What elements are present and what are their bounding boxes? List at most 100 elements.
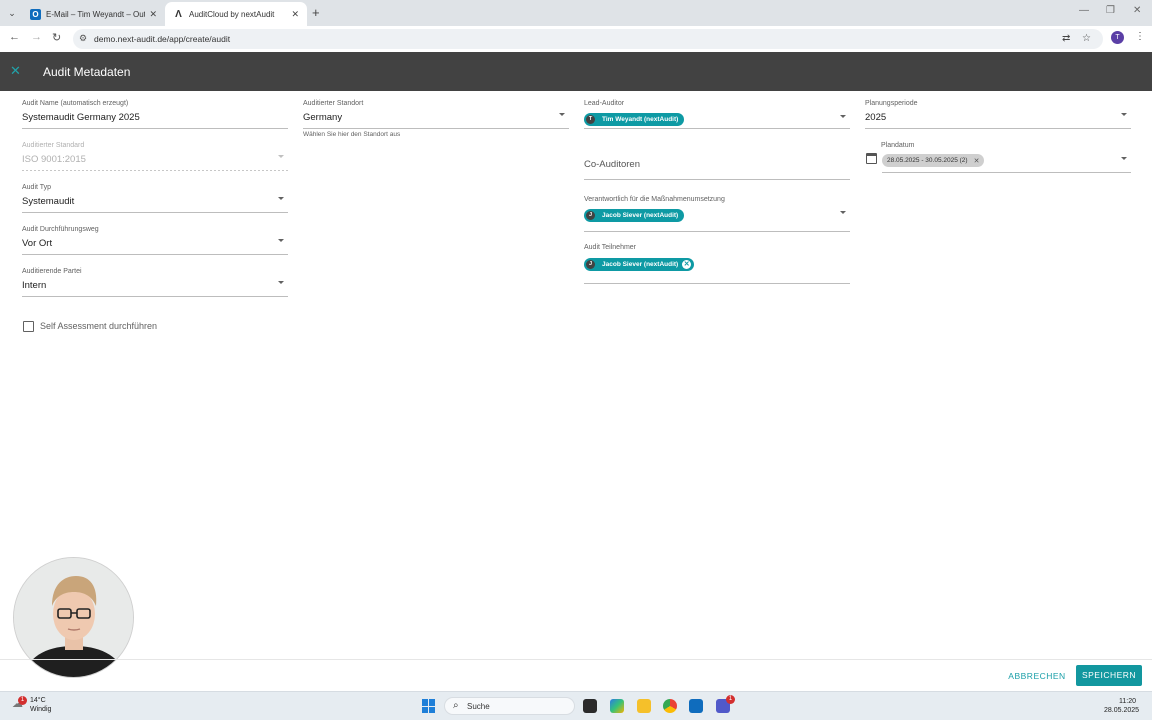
field-value: T Tim Weyandt (nextAudit) <box>584 112 850 126</box>
dropdown-arrow-icon[interactable] <box>840 115 846 118</box>
durchfuehrungsweg-select[interactable]: Audit Durchführungsweg Vor Ort <box>22 226 288 255</box>
standort-select[interactable]: Auditierter Standort Germany <box>303 100 569 129</box>
standard-select: Auditierter Standard ISO 9001:2015 <box>22 142 288 171</box>
self-assessment-checkbox[interactable] <box>23 321 34 332</box>
avatar: J <box>586 211 595 220</box>
taskbar-search[interactable]: ⌕ Suche <box>444 697 575 715</box>
plandatum-chip[interactable]: 28.05.2025 - 30.05.2025 (2) ✕ <box>882 154 985 167</box>
field-value: Germany <box>303 112 343 123</box>
reload-icon[interactable]: ↻ <box>52 31 61 44</box>
field-underline <box>22 128 288 129</box>
url-field[interactable]: ⚙ demo.next-audit.de/app/create/audit ⇄ … <box>73 29 1103 49</box>
field-underline <box>22 170 288 171</box>
dropdown-arrow-icon <box>278 155 284 158</box>
file-explorer-icon[interactable] <box>637 699 651 713</box>
dropdown-arrow-icon[interactable] <box>840 211 846 214</box>
teilnehmer-chip[interactable]: J Jacob Siever (nextAudit) ✕ <box>584 258 695 271</box>
dropdown-arrow-icon[interactable] <box>278 239 284 242</box>
field-underline <box>882 172 1131 173</box>
cancel-button[interactable]: ABBRECHEN <box>1004 667 1070 685</box>
window-close-icon[interactable]: ✕ <box>1133 5 1141 16</box>
task-view-icon[interactable] <box>583 699 597 713</box>
dropdown-arrow-icon[interactable] <box>559 113 565 116</box>
field-label: Auditierter Standort <box>303 100 364 107</box>
field-value: Systemaudit Germany 2025 <box>22 112 140 123</box>
url-text: demo.next-audit.de/app/create/audit <box>94 34 231 44</box>
presenter-video <box>14 558 133 677</box>
close-icon[interactable]: ✕ <box>10 63 21 79</box>
field-value: ISO 9001:2015 <box>22 154 86 165</box>
audit-typ-select[interactable]: Audit Typ Systemaudit <box>22 184 288 213</box>
back-icon[interactable]: ← <box>9 31 20 43</box>
field-underline <box>22 296 288 297</box>
forward-icon[interactable]: → <box>31 31 42 43</box>
field-label: Auditierende Partei <box>22 268 82 275</box>
teilnehmer-field[interactable]: Audit Teilnehmer J Jacob Siever (nextAud… <box>584 244 850 284</box>
tab-title: E-Mail – Tim Weyandt – Outlook <box>46 9 146 19</box>
field-value: Intern <box>22 280 47 291</box>
audit-name-field[interactable]: Audit Name (automatisch erzeugt) Systema… <box>22 100 288 129</box>
chip-label: 28.05.2025 - 30.05.2025 (2) <box>887 157 968 164</box>
verantwortlich-select[interactable]: Verantwortlich für die Maßnahmenumsetzun… <box>584 196 850 232</box>
save-button[interactable]: SPEICHERN <box>1076 665 1142 686</box>
tab-close-icon[interactable]: ✕ <box>149 9 157 20</box>
dropdown-arrow-icon[interactable] <box>1121 113 1127 116</box>
bookmark-star-icon[interactable]: ☆ <box>1082 33 1091 44</box>
copilot-icon[interactable] <box>610 699 624 713</box>
field-underline <box>584 231 850 232</box>
clock-date[interactable]: 28.05.2025 <box>1104 707 1139 714</box>
field-value: 28.05.2025 - 30.05.2025 (2) ✕ <box>882 154 1131 168</box>
profile-avatar[interactable]: T <box>1111 31 1124 44</box>
field-label: Plandatum <box>881 142 915 149</box>
field-value: J Jacob Siever (nextAudit) <box>584 208 850 222</box>
field-label: Auditierter Standard <box>22 142 85 149</box>
dropdown-arrow-icon[interactable] <box>278 197 284 200</box>
calendar-icon[interactable] <box>866 153 877 164</box>
tab-outlook[interactable]: O E-Mail – Tim Weyandt – Outlook ✕ <box>22 2 165 26</box>
address-bar: ← → ↻ ⚙ demo.next-audit.de/app/create/au… <box>0 26 1152 52</box>
chrome-icon[interactable] <box>663 699 677 713</box>
planungsperiode-select[interactable]: Planungsperiode 2025 <box>865 100 1131 129</box>
weather-badge: 1 <box>18 696 27 705</box>
partei-select[interactable]: Auditierende Partei Intern <box>22 268 288 297</box>
field-label: Audit Name (automatisch erzeugt) <box>22 100 129 107</box>
lead-auditor-select[interactable]: Lead-Auditor T Tim Weyandt (nextAudit) <box>584 100 850 129</box>
self-assessment-label[interactable]: Self Assessment durchführen <box>40 321 157 331</box>
search-icon: ⌕ <box>453 700 459 711</box>
windows-taskbar: ☁ 1 14°C Windig ⌕ Suche 1 11:20 28.05.20… <box>0 691 1152 720</box>
clock-time[interactable]: 11:20 <box>1119 698 1136 705</box>
minimize-icon[interactable]: — <box>1079 5 1089 16</box>
chip-label: Tim Weyandt (nextAudit) <box>602 116 679 123</box>
avatar: T <box>586 115 595 124</box>
dropdown-arrow-icon[interactable] <box>278 281 284 284</box>
avatar: J <box>586 260 595 269</box>
site-settings-icon[interactable]: ⚙ <box>79 33 87 44</box>
field-value: Vor Ort <box>22 238 53 249</box>
chip-remove-icon[interactable]: ✕ <box>974 157 980 165</box>
outlook-taskbar-icon[interactable] <box>689 699 703 713</box>
new-tab-icon[interactable]: + <box>312 5 320 20</box>
field-underline <box>584 128 850 129</box>
chip-label: Jacob Siever (nextAudit) <box>602 212 679 219</box>
lead-auditor-chip[interactable]: T Tim Weyandt (nextAudit) <box>584 113 685 126</box>
nextaudit-icon: Λ <box>175 8 182 20</box>
chip-remove-icon[interactable]: ✕ <box>682 260 692 269</box>
tab-close-icon[interactable]: ✕ <box>291 9 299 20</box>
co-auditoren-placeholder[interactable]: Co-Auditoren <box>584 159 640 170</box>
restore-icon[interactable]: ❐ <box>1106 5 1115 16</box>
verantwortlich-chip[interactable]: J Jacob Siever (nextAudit) <box>584 209 685 222</box>
field-underline <box>865 128 1131 129</box>
tab-title: AuditCloud by nextAudit <box>189 9 275 19</box>
search-placeholder: Suche <box>467 702 490 711</box>
weather-condition[interactable]: Windig <box>30 706 51 713</box>
windows-start-icon[interactable] <box>422 699 436 713</box>
field-label: Lead-Auditor <box>584 100 625 107</box>
browser-menu-icon[interactable]: ⋮ <box>1135 31 1145 42</box>
plandatum-field[interactable]: Plandatum 28.05.2025 - 30.05.2025 (2) ✕ <box>881 142 1131 173</box>
field-value: J Jacob Siever (nextAudit) ✕ <box>584 257 850 271</box>
weather-temperature[interactable]: 14°C <box>30 697 46 704</box>
translate-icon[interactable]: ⇄ <box>1062 33 1070 44</box>
tab-search-chevron-icon[interactable]: ⌄ <box>5 6 19 20</box>
dropdown-arrow-icon[interactable] <box>1121 157 1127 160</box>
tab-auditcloud[interactable]: Λ AuditCloud by nextAudit ✕ <box>165 2 307 26</box>
